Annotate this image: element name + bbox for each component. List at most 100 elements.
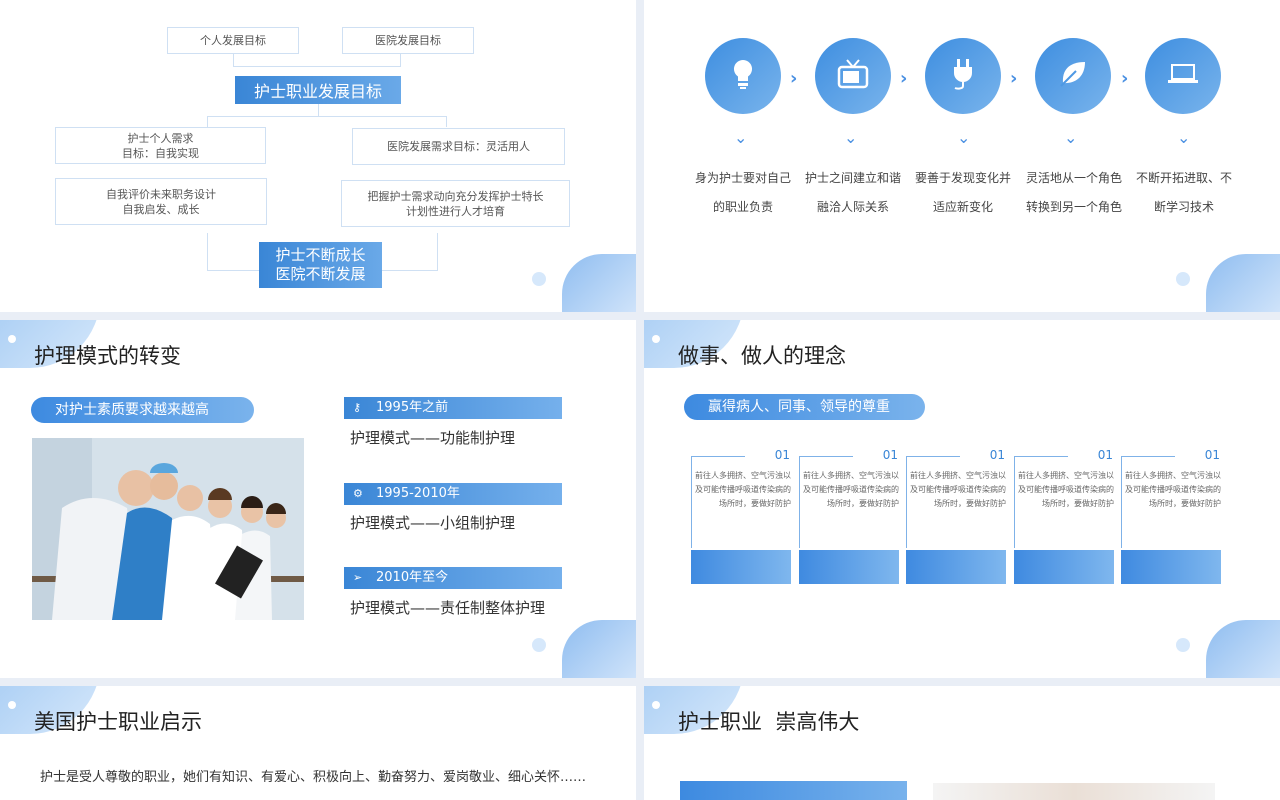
connector xyxy=(207,116,447,117)
step-text-5: 不断开拓进取、不 断学习技术 xyxy=(1132,164,1236,222)
result-line2: 医院不断发展 xyxy=(275,265,366,283)
column-line-text: 场所时，要做好防护 xyxy=(827,499,899,508)
step-line: 身为护士要对自己 xyxy=(694,171,791,185)
column-line-text: 场所时，要做好防护 xyxy=(934,499,1006,508)
column-text-5: 前往人多拥挤、空气污浊以 及可能传播呼吸道传染病的 场所时，要做好防护 xyxy=(1121,469,1221,511)
era-mode-3: 护理模式——责任制整体护理 xyxy=(350,599,546,617)
slide-five-steps[interactable]: › › › › ⌄ ⌄ ⌄ ⌄ ⌄ 身为护士要对自己 的职业负责 护士之间建立和… xyxy=(644,0,1280,312)
step-text-2: 护士之间建立和谐 融洽人际关系 xyxy=(801,164,905,222)
slide-title: 做事、做人的理念 xyxy=(678,344,846,368)
slide-nursing-model[interactable]: 护理模式的转变 对护士素质要求越来越高 ⚷ 1995年之前 护理模式——功能制护… xyxy=(0,320,636,678)
column-number: 01 xyxy=(774,448,790,462)
result-line1: 护士不断成长 xyxy=(275,246,366,264)
decor-corner xyxy=(1176,620,1280,678)
slide-us-nurse[interactable]: 美国护士职业启示 护士是受人尊敬的职业，她们有知识、有爱心、积极向上、勤奋努力、… xyxy=(0,686,636,800)
connector xyxy=(207,233,208,271)
step-circle-4 xyxy=(1035,38,1111,114)
step-text-1: 身为护士要对自己 的职业负责 xyxy=(691,164,795,222)
plug-icon xyxy=(949,57,977,95)
slide-noble-career[interactable]: 护士职业 崇高伟大 xyxy=(644,686,1280,800)
column-line-text: 前往人多拥挤、空气污浊以 xyxy=(695,471,791,480)
era-mode-1: 护理模式——功能制护理 xyxy=(350,429,516,447)
column-line-text: 场所时，要做好防护 xyxy=(719,499,791,508)
hospital-need-text: 医院发展需求目标：灵活用人 xyxy=(387,140,530,153)
key-icon: ⚷ xyxy=(353,401,362,414)
personal-goal-text: 个人发展目标 xyxy=(200,34,266,47)
nurse-need-line2: 目标：自我实现 xyxy=(122,146,199,160)
column-line-text: 及可能传播呼吸道传染病的 xyxy=(803,485,899,494)
column-line-text: 前往人多拥挤、空气污浊以 xyxy=(910,471,1006,480)
slide-philosophy[interactable]: 做事、做人的理念 赢得病人、同事、领导的尊重 01 前往人多拥挤、空气污浊以 及… xyxy=(644,320,1280,678)
column-block-4 xyxy=(1014,550,1114,584)
chevron-right-icon: › xyxy=(1121,68,1129,89)
step-line: 适应新变化 xyxy=(932,200,993,214)
career-goal-box: 护士职业发展目标 xyxy=(235,76,401,104)
step-line: 转换到另一个角色 xyxy=(1025,200,1122,214)
slide-career-goal-flow[interactable]: 个人发展目标 医院发展目标 护士职业发展目标 护士个人需求 目标：自我实现 医院… xyxy=(0,0,636,312)
step-circle-2 xyxy=(815,38,891,114)
column-number: 01 xyxy=(989,448,1005,462)
tv-icon xyxy=(836,58,870,94)
column-line-text: 及可能传播呼吸道传染病的 xyxy=(695,485,791,494)
chevron-right-icon: › xyxy=(900,68,908,89)
column-line-text: 前往人多拥挤、空气污浊以 xyxy=(1018,471,1114,480)
connector xyxy=(207,270,259,271)
paper-plane-icon: ➢ xyxy=(353,571,363,584)
chevron-right-icon: › xyxy=(790,68,798,89)
self-eval-line2: 自我启发、成长 xyxy=(122,202,200,216)
step-line: 不断开拓进取、不 xyxy=(1135,171,1232,185)
personal-goal-box: 个人发展目标 xyxy=(167,27,299,54)
grasp-box: 把握护士需求动向充分发挥护士特长 计划性进行人才培育 xyxy=(341,180,570,227)
connector xyxy=(446,116,447,127)
quality-pill: 对护士素质要求越来越高 xyxy=(31,397,254,423)
column-line-text: 及可能传播呼吸道传染病的 xyxy=(1018,485,1114,494)
step-line: 灵活地从一个角色 xyxy=(1025,171,1122,185)
slide-title: 护理模式的转变 xyxy=(34,344,181,368)
connector xyxy=(233,54,234,66)
step-line: 护士之间建立和谐 xyxy=(804,171,901,185)
nurse-need-line1: 护士个人需求 xyxy=(127,131,194,145)
hospital-goal-box: 医院发展目标 xyxy=(342,27,474,54)
self-eval-line1: 自我评价未来职务设计 xyxy=(106,187,216,201)
step-text-3: 要善于发现变化并 适应新变化 xyxy=(911,164,1015,222)
decor-corner xyxy=(532,620,636,678)
column-block-1 xyxy=(691,550,791,584)
column-text-2: 前往人多拥挤、空气污浊以 及可能传播呼吸道传染病的 场所时，要做好防护 xyxy=(799,469,899,511)
column-number: 01 xyxy=(1204,448,1220,462)
column-line-text: 场所时，要做好防护 xyxy=(1042,499,1114,508)
chevron-right-icon: › xyxy=(1010,68,1018,89)
chevron-down-icon: ⌄ xyxy=(1177,128,1191,147)
career-goal-text: 护士职业发展目标 xyxy=(253,82,382,101)
era-period: 1995年之前 xyxy=(376,400,449,415)
column-line-text: 场所时，要做好防护 xyxy=(1149,499,1221,508)
decor-corner xyxy=(532,254,636,312)
connector xyxy=(437,233,438,271)
grasp-line2: 计划性进行人才培育 xyxy=(406,204,505,218)
decor-corner xyxy=(1176,254,1280,312)
era-bar-1: ⚷ 1995年之前 xyxy=(344,397,562,419)
era-mode-2: 护理模式——小组制护理 xyxy=(350,514,516,532)
nurse-need-box: 护士个人需求 目标：自我实现 xyxy=(55,127,266,164)
era-period: 1995-2010年 xyxy=(376,486,460,501)
column-line-text: 前往人多拥挤、空气污浊以 xyxy=(803,471,899,480)
connector xyxy=(233,66,401,67)
slide-title: 护士职业 崇高伟大 xyxy=(678,710,860,734)
chevron-down-icon: ⌄ xyxy=(1064,128,1078,147)
column-block-3 xyxy=(906,550,1006,584)
grasp-line1: 把握护士需求动向充分发挥护士特长 xyxy=(367,189,544,203)
lightbulb-icon xyxy=(728,57,758,95)
slide-paragraph: 护士是受人尊敬的职业，她们有知识、有爱心、积极向上、勤奋努力、爱岗敬业、细心关怀… xyxy=(40,770,587,785)
hospital-goal-text: 医院发展目标 xyxy=(375,34,441,47)
column-number: 01 xyxy=(1097,448,1113,462)
connector xyxy=(400,54,401,66)
column-block-5 xyxy=(1121,550,1221,584)
step-text-4: 灵活地从一个角色 转换到另一个角色 xyxy=(1022,164,1126,222)
chevron-down-icon: ⌄ xyxy=(844,128,858,147)
result-box: 护士不断成长 医院不断发展 xyxy=(259,242,382,288)
doctors-photo xyxy=(32,438,304,620)
self-eval-box: 自我评价未来职务设计 自我启发、成长 xyxy=(55,178,267,225)
column-line-text: 及可能传播呼吸道传染病的 xyxy=(910,485,1006,494)
blue-text-box xyxy=(680,781,907,800)
gear-icon: ⚙ xyxy=(353,487,363,500)
column-text-3: 前往人多拥挤、空气污浊以 及可能传播呼吸道传染病的 场所时，要做好防护 xyxy=(906,469,1006,511)
